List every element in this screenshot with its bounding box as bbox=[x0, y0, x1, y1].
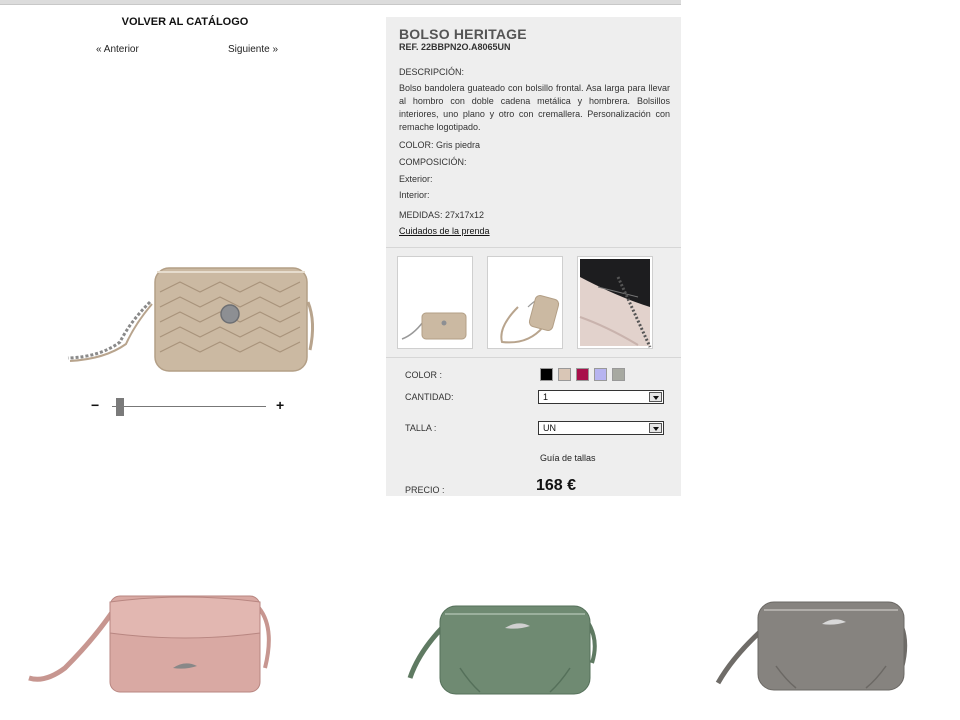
color-info: COLOR: Gris piedra bbox=[399, 140, 481, 150]
zoom-slider-track[interactable] bbox=[112, 406, 266, 407]
color-option-label: COLOR : bbox=[405, 370, 443, 380]
product-description: Bolso bandolera guateado con bolsillo fr… bbox=[399, 83, 670, 132]
thumbnail-front[interactable] bbox=[397, 256, 473, 349]
related-product-green-bag[interactable] bbox=[400, 588, 650, 698]
product-info-panel: BOLSO HERITAGE REF. 22BBPN2O.A8065UN DES… bbox=[386, 17, 681, 496]
description-label: DESCRIPCIÓN: bbox=[399, 67, 465, 77]
size-select[interactable]: UN bbox=[538, 421, 664, 435]
thumbnail-interior[interactable] bbox=[577, 256, 653, 349]
composition-label: COMPOSICIÓN: bbox=[399, 157, 467, 167]
top-border bbox=[0, 0, 681, 5]
color-swatch-black[interactable] bbox=[540, 368, 553, 381]
main-product-image[interactable] bbox=[60, 262, 320, 377]
back-to-catalog-link[interactable]: VOLVER AL CATÁLOGO bbox=[110, 16, 260, 28]
thumbnail-side[interactable] bbox=[487, 256, 563, 349]
related-product-grey-bag[interactable] bbox=[710, 588, 960, 698]
zoom-out-minus-icon[interactable]: − bbox=[91, 398, 99, 412]
divider bbox=[386, 357, 681, 358]
quantity-select[interactable]: 1 bbox=[538, 390, 664, 404]
size-value: UN bbox=[543, 423, 556, 433]
quantity-value: 1 bbox=[543, 392, 549, 402]
color-swatch-lavender[interactable] bbox=[594, 368, 607, 381]
chevron-down-icon[interactable] bbox=[649, 423, 662, 433]
product-title: BOLSO HERITAGE bbox=[399, 26, 527, 42]
interior-label: Interior: bbox=[399, 190, 430, 200]
color-swatch-beige[interactable] bbox=[558, 368, 571, 381]
previous-product-link[interactable]: « Anterior bbox=[96, 44, 139, 55]
exterior-label: Exterior: bbox=[399, 174, 433, 184]
related-product-pink-bag[interactable] bbox=[25, 588, 275, 698]
size-guide-link[interactable]: Guía de tallas bbox=[540, 453, 596, 463]
product-price: 168 € bbox=[536, 477, 577, 494]
color-swatch-grey[interactable] bbox=[612, 368, 625, 381]
size-label: TALLA : bbox=[405, 423, 437, 433]
measures-info: MEDIDAS: 27x17x12 bbox=[399, 210, 485, 220]
quantity-label: CANTIDAD: bbox=[405, 392, 454, 402]
chevron-down-icon[interactable] bbox=[649, 392, 662, 402]
product-reference: REF. 22BBPN2O.A8065UN bbox=[399, 42, 511, 52]
next-product-link[interactable]: Siguiente » bbox=[228, 44, 278, 55]
zoom-slider-handle[interactable] bbox=[116, 398, 125, 416]
price-label: PRECIO : bbox=[405, 485, 445, 495]
care-instructions-link[interactable]: Cuidados de la prenda bbox=[399, 226, 490, 236]
zoom-in-plus-icon[interactable]: + bbox=[276, 398, 284, 412]
color-swatch-burgundy[interactable] bbox=[576, 368, 589, 381]
divider bbox=[386, 247, 681, 248]
